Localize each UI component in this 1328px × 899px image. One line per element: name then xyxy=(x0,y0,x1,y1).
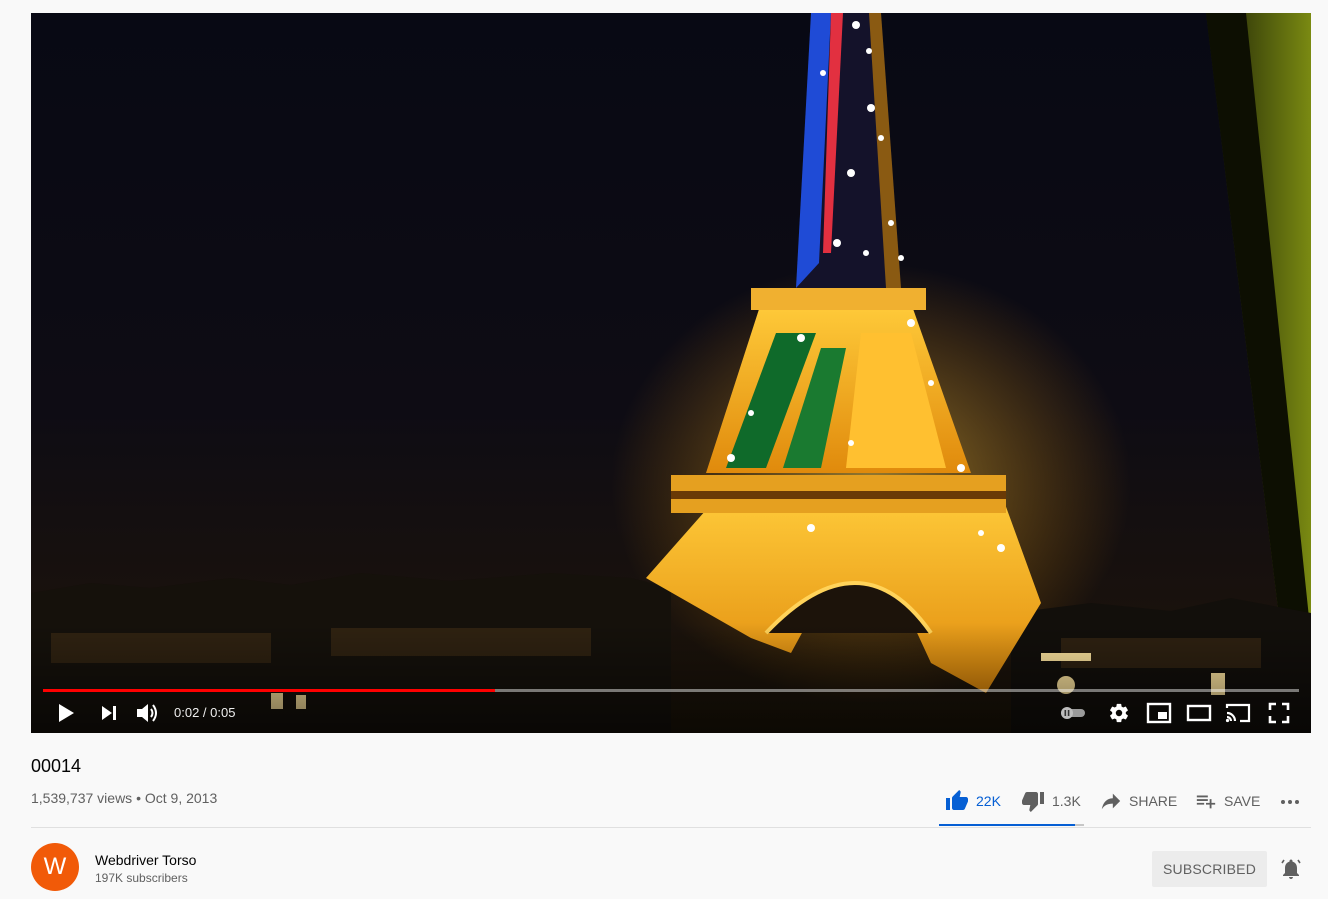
autoplay-toggle[interactable] xyxy=(1057,699,1089,727)
play-button[interactable] xyxy=(53,699,79,727)
view-count: 1,539,737 views xyxy=(31,790,133,806)
settings-gear-icon xyxy=(1110,703,1128,723)
duration: 0:05 xyxy=(210,705,236,720)
cast-button[interactable] xyxy=(1224,699,1252,727)
play-icon xyxy=(59,704,74,722)
save-button[interactable]: SAVE xyxy=(1194,787,1260,815)
view-info: 1,539,737 views • Oct 9, 2013 xyxy=(31,789,217,807)
video-player[interactable]: 0:02 / 0:05 xyxy=(31,13,1311,733)
current-time: 0:02 xyxy=(174,705,200,720)
fullscreen-button[interactable] xyxy=(1266,699,1292,727)
more-horizontal-icon xyxy=(1281,800,1299,804)
channel-name[interactable]: Webdriver Torso xyxy=(95,851,196,869)
subscribe-button[interactable]: SUBSCRIBED xyxy=(1152,851,1267,887)
share-label: SHARE xyxy=(1129,793,1178,809)
time-separator: / xyxy=(199,705,211,720)
thumbs-up-icon xyxy=(946,790,968,810)
sentiment-bar xyxy=(939,824,1084,826)
playlist-add-icon xyxy=(1196,795,1216,809)
divider xyxy=(31,827,1311,828)
fullscreen-icon xyxy=(1268,702,1290,724)
more-actions-button[interactable] xyxy=(1278,787,1302,815)
volume-button[interactable] xyxy=(135,699,161,727)
share-arrow-icon xyxy=(1101,793,1121,810)
dislike-count: 1.3K xyxy=(1052,793,1081,809)
like-count: 22K xyxy=(976,793,1001,809)
thumbs-down-icon xyxy=(1022,792,1044,812)
miniplayer-button[interactable] xyxy=(1145,699,1173,727)
publish-date: Oct 9, 2013 xyxy=(144,790,218,806)
volume-icon xyxy=(137,704,157,722)
miniplayer-icon xyxy=(1146,702,1172,724)
next-button[interactable] xyxy=(97,699,121,727)
settings-button[interactable] xyxy=(1106,699,1132,727)
sentiment-like-fill xyxy=(939,824,1076,826)
bell-icon xyxy=(1281,859,1301,879)
dislike-button[interactable]: 1.3K xyxy=(1020,787,1081,815)
share-button[interactable]: SHARE xyxy=(1099,787,1177,815)
notification-bell-button[interactable] xyxy=(1278,856,1304,882)
time-display: 0:02 / 0:05 xyxy=(174,703,235,723)
autoplay-toggle-icon xyxy=(1061,707,1085,719)
progress-played xyxy=(43,689,496,692)
watch-page: 0:02 / 0:05 00014 1,539,737 views • Oct … xyxy=(0,0,1328,899)
theater-mode-button[interactable] xyxy=(1185,699,1213,727)
info-separator: • xyxy=(132,790,145,806)
progress-bar[interactable] xyxy=(43,689,1299,692)
cast-icon xyxy=(1225,703,1251,723)
video-title: 00014 xyxy=(31,756,82,776)
channel-avatar[interactable]: W xyxy=(31,843,79,891)
subscriber-count: 197K subscribers xyxy=(95,871,188,885)
theater-mode-icon xyxy=(1186,704,1212,722)
save-label: SAVE xyxy=(1224,793,1261,809)
next-icon xyxy=(102,706,116,720)
like-button[interactable]: 22K xyxy=(944,787,1001,815)
